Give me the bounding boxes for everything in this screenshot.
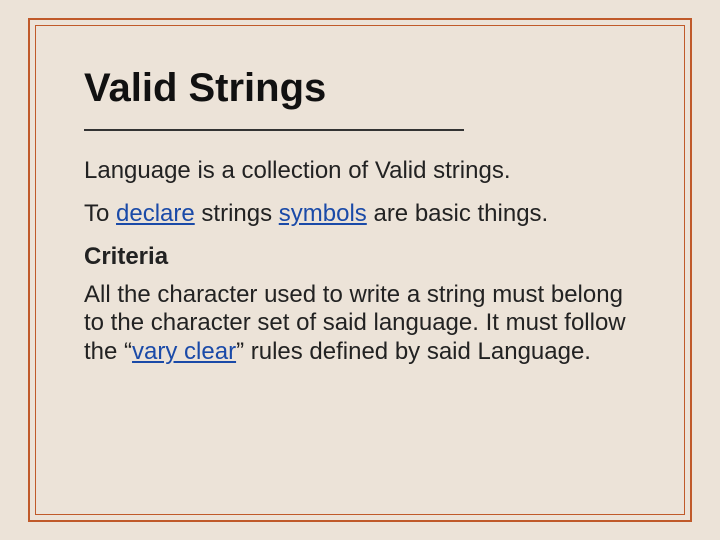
- subheading-criteria: Criteria: [84, 243, 636, 271]
- link-declare[interactable]: declare: [116, 200, 195, 227]
- text-fragment: To: [84, 200, 116, 227]
- title-divider: [84, 129, 464, 131]
- link-vary-clear[interactable]: vary clear: [132, 338, 236, 365]
- text-fragment: ” rules defined by said Language.: [236, 338, 591, 365]
- link-symbols[interactable]: symbols: [279, 200, 367, 227]
- paragraph-declare: To declare strings symbols are basic thi…: [84, 200, 636, 229]
- paragraph-criteria: All the character used to write a string…: [84, 281, 636, 367]
- slide-outer-border: Valid Strings Language is a collection o…: [28, 18, 692, 522]
- text-fragment: strings: [195, 200, 279, 227]
- slide-inner-border: Valid Strings Language is a collection o…: [35, 25, 685, 515]
- paragraph-intro: Language is a collection of Valid string…: [84, 157, 636, 186]
- slide-title: Valid Strings: [84, 66, 636, 111]
- text-fragment: are basic things.: [367, 200, 548, 227]
